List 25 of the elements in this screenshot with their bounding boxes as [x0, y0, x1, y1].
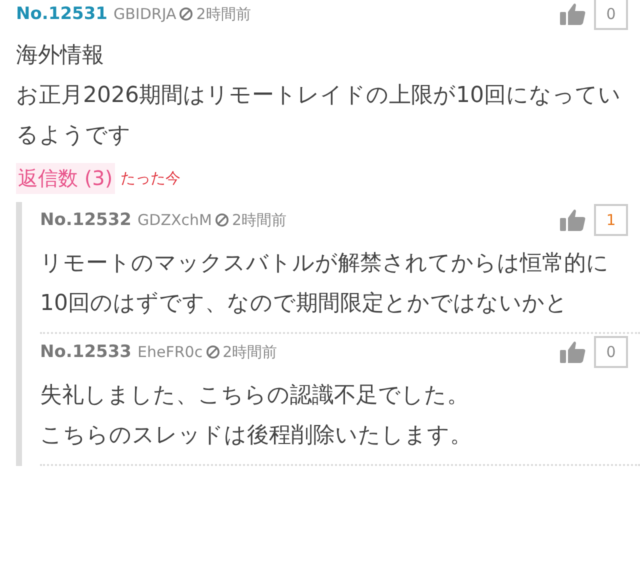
thumbs-up-icon[interactable] [560, 208, 586, 232]
post-number[interactable]: No.12531 [16, 4, 108, 24]
post-text: リモートのマックスバトルが解禁されてからは恒常的に10回のはずです、なので期間限定とかではないかと [40, 250, 610, 318]
user-id: GDZXchM [138, 211, 212, 229]
post-time: 2時間前 [196, 4, 251, 24]
post-text: お正月2026期間はリモートレイドの上限が10回になっているようです [16, 82, 622, 150]
post-number[interactable]: No.12532 [40, 210, 132, 230]
post-text: 失礼しました、こちらの認識不足でした。 [40, 382, 470, 410]
last-reply-time: たった今 [120, 168, 181, 188]
thumbs-up-icon[interactable] [560, 2, 586, 26]
ban-icon [214, 213, 229, 227]
user-id: EheFR0c [138, 343, 203, 361]
ban-icon [179, 7, 194, 21]
post-time: 2時間前 [222, 342, 278, 362]
user-id: GBIDRJA [114, 5, 176, 23]
post-time: 2時間前 [232, 210, 286, 230]
post-text: こちらのスレッドは後程削除いたします。 [40, 422, 473, 450]
ban-icon [206, 345, 220, 359]
vote-count: 0 [594, 0, 628, 30]
reply-count-link[interactable]: 返信数 (3) [16, 162, 115, 194]
vote-count: 1 [594, 204, 628, 236]
thumbs-up-icon[interactable] [560, 340, 586, 364]
post-number[interactable]: No.12533 [40, 342, 132, 362]
post-text: 海外情報 [16, 42, 105, 70]
vote-count: 0 [594, 336, 628, 368]
